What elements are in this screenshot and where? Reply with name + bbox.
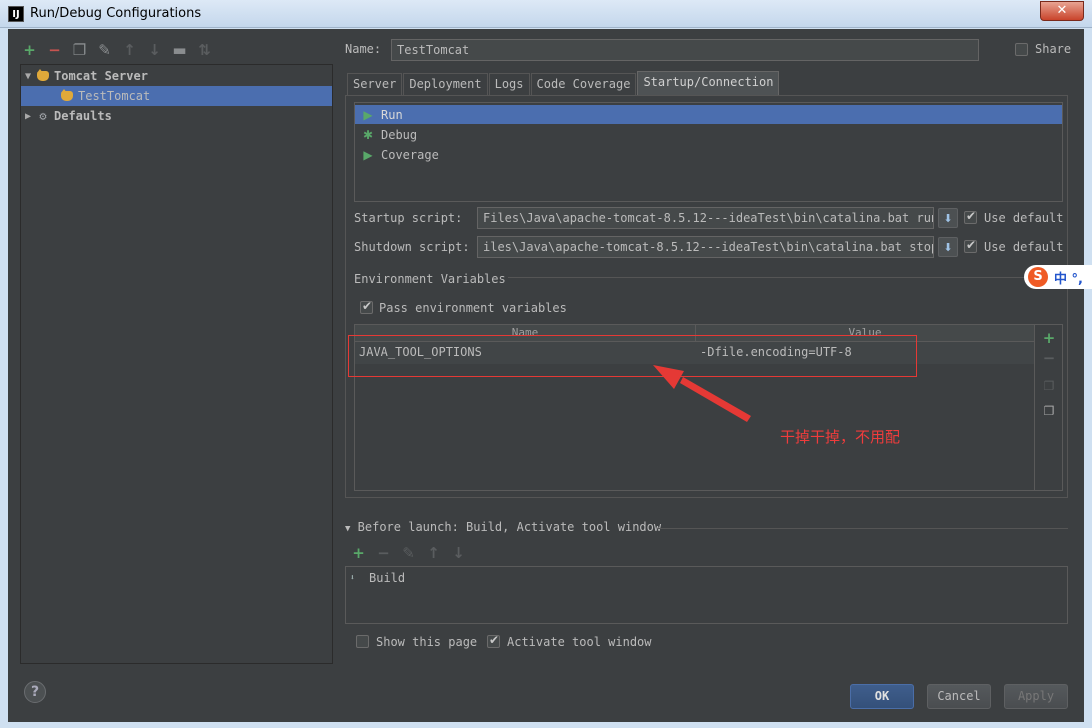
build-icon: ⬇ <box>350 573 355 582</box>
mode-item-coverage[interactable]: ▶ Coverage <box>355 145 1062 164</box>
wrench-icon: ⚙ <box>39 109 47 123</box>
move-up-icon[interactable]: ↑ <box>120 41 139 60</box>
ok-button[interactable]: OK <box>850 684 914 709</box>
tree-item-label: TestTomcat <box>78 89 151 103</box>
share-label: Share <box>1035 42 1072 56</box>
before-launch-header[interactable]: ▼ Before launch: Build, Activate tool wi… <box>345 520 661 534</box>
shutdown-script-label: Shutdown script: <box>354 240 470 254</box>
ime-mode-text: 中 °, <box>1054 271 1083 287</box>
tree-item-label: Defaults <box>54 109 112 123</box>
intellij-app-icon: IJ <box>8 6 24 22</box>
mode-item-debug[interactable]: ✱ Debug <box>355 125 1062 144</box>
annotation-arrow <box>653 365 751 422</box>
tab-logs[interactable]: Logs <box>488 73 530 95</box>
copy-icon[interactable]: ❐ <box>1041 378 1057 394</box>
ime-indicator[interactable]: S 中 °, <box>1024 265 1092 289</box>
browse-shutdown-button[interactable]: ⬇ <box>938 237 958 257</box>
env-separator <box>508 277 1068 278</box>
chevron-down-icon[interactable]: ▼ <box>21 71 35 82</box>
edit-defaults-icon[interactable]: ✎ <box>95 41 114 60</box>
tree-item-defaults[interactable]: ▶ ⚙ Defaults <box>21 106 332 126</box>
move-down-icon[interactable]: ↓ <box>145 41 164 60</box>
remove-icon[interactable]: − <box>1041 350 1057 366</box>
move-up-icon[interactable]: ↑ <box>424 543 443 562</box>
tomcat-icon <box>59 89 75 103</box>
copy-icon[interactable]: ❐ <box>70 41 89 60</box>
config-toolbar: + − ❐ ✎ ↑ ↓ ▬ ⇅ <box>20 39 214 61</box>
mode-item-run[interactable]: ▶ Run <box>355 105 1062 124</box>
title-bar: IJ Run/Debug Configurations ✕ <box>0 0 1092 28</box>
remove-icon[interactable]: − <box>45 41 64 60</box>
add-icon[interactable]: + <box>20 41 39 60</box>
env-side-toolbar: + − ❐ ❐ <box>1035 324 1063 491</box>
configuration-tree: ▼ Tomcat Server TestTomcat ▶ ⚙ Defaults <box>20 64 333 664</box>
name-label: Name: <box>345 42 382 56</box>
pass-env-label: Pass environment variables <box>379 301 567 315</box>
remove-icon[interactable]: − <box>374 543 393 562</box>
tree-item-label: Tomcat Server <box>54 69 148 83</box>
tab-server[interactable]: Server <box>347 73 403 95</box>
browse-startup-button[interactable]: ⬇ <box>938 208 958 228</box>
show-this-page-label: Show this page <box>376 635 478 649</box>
shutdown-use-default-label: Use default <box>984 240 1064 254</box>
tab-code-coverage[interactable]: Code Coverage <box>530 73 637 95</box>
paste-icon[interactable]: ❐ <box>1041 403 1057 419</box>
tab-deployment[interactable]: Deployment <box>403 73 488 95</box>
before-launch-toolbar: + − ✎ ↑ ↓ <box>349 543 468 562</box>
shutdown-use-default-checkbox[interactable] <box>964 238 977 253</box>
mode-list: ▶ Run ✱ Debug ▶ Coverage <box>354 102 1063 202</box>
tab-startup-connection[interactable]: Startup/Connection <box>637 71 780 95</box>
env-section-label: Environment Variables <box>354 272 506 286</box>
before-launch-separator <box>658 528 1068 529</box>
tree-item-tomcat-server[interactable]: ▼ Tomcat Server <box>21 66 332 86</box>
share-checkbox[interactable] <box>1015 43 1028 56</box>
apply-button[interactable]: Apply <box>1004 684 1068 709</box>
add-icon[interactable]: + <box>349 543 368 562</box>
startup-script-input[interactable]: Files\Java\apache-tomcat-8.5.12---ideaTe… <box>477 207 934 229</box>
activate-tool-window-checkbox[interactable] <box>487 633 500 648</box>
add-icon[interactable]: + <box>1041 330 1057 346</box>
dialog-client-area: + − ❐ ✎ ↑ ↓ ▬ ⇅ ▼ Tomcat Server TestTomc… <box>8 29 1092 722</box>
tomcat-icon <box>35 69 51 83</box>
move-down-icon[interactable]: ↓ <box>449 543 468 562</box>
help-icon[interactable]: ? <box>24 681 46 703</box>
tab-bar: Server Deployment Logs Code Coverage Sta… <box>347 71 780 95</box>
startup-use-default-label: Use default <box>984 211 1064 225</box>
before-launch-label: Before launch: Build, Activate tool wind… <box>357 520 662 534</box>
startup-use-default-checkbox[interactable] <box>964 209 977 224</box>
name-input[interactable]: TestTomcat <box>391 39 979 61</box>
chevron-right-icon[interactable]: ▶ <box>21 111 35 122</box>
activate-tool-window-label: Activate tool window <box>507 635 652 649</box>
mode-label: Coverage <box>381 147 439 162</box>
window-title: Run/Debug Configurations <box>30 6 202 21</box>
startup-script-label: Startup script: <box>354 211 463 225</box>
before-launch-list: ⬇ Build <box>345 566 1068 624</box>
sogou-icon: S <box>1028 267 1048 287</box>
run-icon: ▶ <box>363 107 373 122</box>
debug-icon: ✱ <box>362 127 374 142</box>
pass-env-checkbox[interactable] <box>360 299 373 314</box>
show-this-page-checkbox[interactable] <box>356 635 369 648</box>
shutdown-script-input[interactable]: iles\Java\apache-tomcat-8.5.12---ideaTes… <box>477 236 934 258</box>
tree-item-testtomcat[interactable]: TestTomcat <box>21 86 332 106</box>
annotation-text: 干掉干掉，不用配 <box>780 428 901 446</box>
folder-icon[interactable]: ▬ <box>170 41 189 60</box>
mode-label: Debug <box>381 127 418 142</box>
before-launch-item-label: Build <box>369 571 406 585</box>
cancel-button[interactable]: Cancel <box>927 684 991 709</box>
chevron-down-icon[interactable]: ▼ <box>345 524 350 534</box>
sort-icon[interactable]: ⇅ <box>195 41 214 60</box>
mode-label: Run <box>381 107 403 122</box>
coverage-icon: ▶ <box>363 147 373 162</box>
edit-icon[interactable]: ✎ <box>399 543 418 562</box>
annotation-highlight-box <box>348 335 917 377</box>
window-close-button[interactable]: ✕ <box>1040 1 1084 21</box>
list-item[interactable]: ⬇ Build <box>350 569 405 587</box>
